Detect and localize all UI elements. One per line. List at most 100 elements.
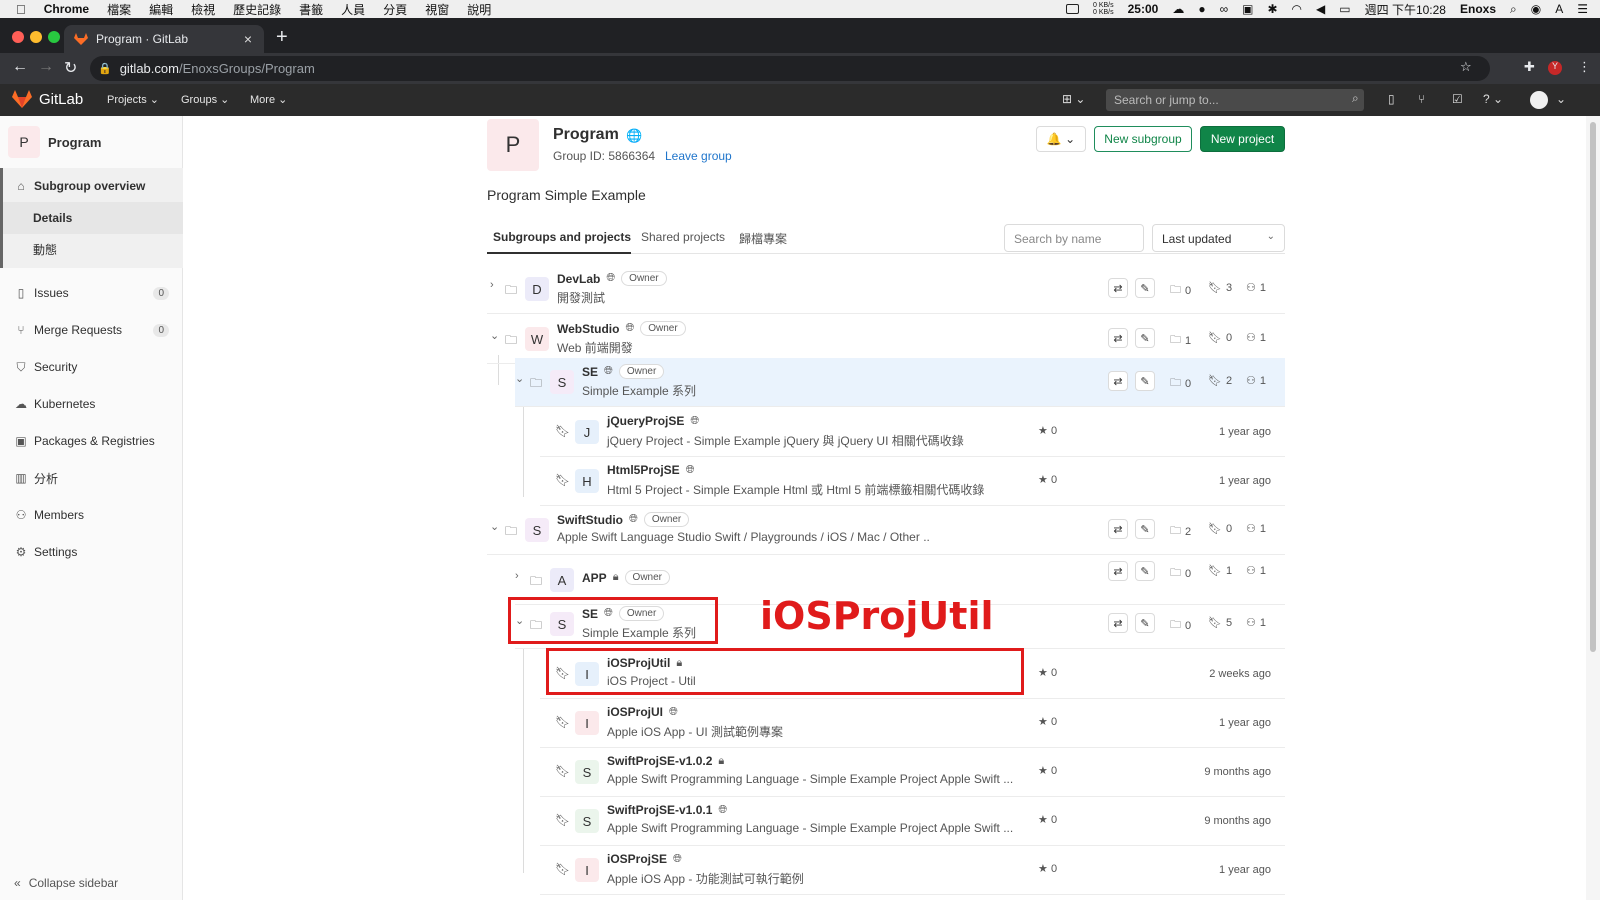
chevron-right-icon[interactable]: › (515, 570, 519, 582)
new-tab-button[interactable]: + (276, 26, 288, 49)
transfer-button[interactable]: ⇄ (1108, 561, 1128, 581)
user-avatar[interactable] (1530, 91, 1548, 109)
reload-icon[interactable]: ↻ (64, 58, 77, 78)
row-name[interactable]: SE (582, 365, 598, 379)
display-icon[interactable]: ▣ (1242, 2, 1253, 16)
close-window-button[interactable] (12, 31, 24, 43)
transfer-button[interactable]: ⇄ (1108, 278, 1128, 298)
nav-projects[interactable]: Projects ⌄ (107, 93, 159, 106)
browser-tab[interactable]: Program · GitLab × (64, 25, 264, 53)
edit-button[interactable]: ✎ (1135, 371, 1155, 391)
chevron-down-icon[interactable]: ⌄ (490, 329, 499, 342)
menu-view[interactable]: 檢視 (191, 1, 215, 18)
edit-button[interactable]: ✎ (1135, 519, 1155, 539)
chevron-down-icon[interactable]: ⌄ (490, 520, 499, 533)
transfer-button[interactable]: ⇄ (1108, 371, 1128, 391)
row-name[interactable]: Html5ProjSE (607, 463, 680, 477)
merge-requests-header-icon[interactable]: ⑂ (1418, 92, 1425, 106)
page-scrollbar-thumb[interactable] (1590, 122, 1596, 652)
help-icon[interactable]: ? ⌄ (1483, 92, 1503, 106)
transfer-button[interactable]: ⇄ (1108, 519, 1128, 539)
lock-icon[interactable]: 🔒 (98, 62, 112, 75)
glasses-icon[interactable]: ∞ (1220, 2, 1229, 16)
project-row[interactable]: 🔖︎ I iOSProjUI 🌐︎ Apple iOS App - UI 測試範例… (540, 699, 1285, 748)
edit-button[interactable]: ✎ (1135, 328, 1155, 348)
gitlab-logo[interactable]: GitLab (12, 90, 83, 108)
project-row[interactable]: 🔖︎ I iOSProjSE 🌐︎ Apple iOS App - 功能測試可執行… (540, 846, 1285, 895)
sidebar-item-members[interactable]: ⚇ Members (0, 497, 183, 533)
chevron-down-icon[interactable]: ⌄ (515, 372, 524, 385)
edit-button[interactable]: ✎ (1135, 278, 1155, 298)
menu-edit[interactable]: 編輯 (149, 1, 173, 18)
menu-bookmarks[interactable]: 書籤 (299, 1, 323, 18)
spotlight-icon[interactable]: ⌕ (1510, 2, 1517, 17)
tab-archived-projects[interactable]: 歸檔專案 (739, 230, 787, 247)
profile-icon[interactable]: Y (1548, 61, 1562, 75)
extensions-icon[interactable]: ✚ (1524, 59, 1535, 75)
back-icon[interactable]: ← (12, 58, 28, 76)
group-row[interactable]: ⌄ 🗀 W WebStudio 🌐︎ Owner Web 前端開發 ⇄ ✎ 🗀 1 🔖… (487, 315, 1285, 364)
row-name[interactable]: APP (582, 571, 607, 585)
bluetooth-icon[interactable]: ✱ (1267, 2, 1277, 16)
edit-button[interactable]: ✎ (1135, 613, 1155, 633)
minimize-window-button[interactable] (30, 31, 42, 43)
sidebar-item-kubernetes[interactable]: ☁ Kubernetes (0, 386, 183, 422)
sidebar-item-merge-requests[interactable]: ⑂ Merge Requests 0 (0, 312, 183, 348)
cloud-icon[interactable]: ☁ (1172, 2, 1184, 16)
sort-dropdown[interactable]: Last updated ⌄ (1152, 224, 1285, 252)
row-name[interactable]: SwiftProjSE-v1.0.1 (607, 803, 712, 817)
project-row[interactable]: 🔖︎ S SwiftProjSE-v1.0.2 🔒︎ Apple Swift Pr… (540, 748, 1285, 797)
search-input[interactable]: Search or jump to... (1106, 89, 1364, 111)
tab-subgroups-and-projects[interactable]: Subgroups and projects (493, 230, 631, 244)
clock-label[interactable]: 週四 下午10:28 (1365, 1, 1446, 18)
row-name[interactable]: SwiftProjSE-v1.0.2 (607, 754, 712, 768)
issues-header-icon[interactable]: ▯ (1388, 92, 1395, 106)
menu-app-name[interactable]: Chrome (44, 2, 89, 16)
search-by-name-input[interactable]: Search by name (1004, 224, 1144, 252)
group-row[interactable]: ⌄ 🗀 S SE 🌐︎ Owner Simple Example 系列 ⇄ ✎ 🗀 0… (515, 358, 1285, 407)
zoom-window-button[interactable] (48, 31, 60, 43)
sidebar-sub-details[interactable]: Details (33, 211, 72, 225)
menu-file[interactable]: 檔案 (107, 1, 131, 18)
menu-help[interactable]: 說明 (467, 1, 491, 18)
menu-people[interactable]: 人員 (341, 1, 365, 18)
sidebar-item-packages[interactable]: ▣ Packages & Registries (0, 423, 183, 459)
wifi-icon[interactable]: ◠ (1292, 2, 1302, 16)
sidebar-item-overview[interactable]: ⌂ Subgroup overview (0, 168, 183, 204)
input-method-icon[interactable]: A (1555, 2, 1563, 16)
row-name[interactable]: jQueryProjSE (607, 414, 684, 428)
group-row[interactable]: ⌄ 🗀 S SwiftStudio 🌐︎ Owner Apple Swift Lan… (487, 506, 1285, 555)
new-project-button[interactable]: New project (1200, 126, 1285, 152)
collapse-sidebar-button[interactable]: « Collapse sidebar (14, 876, 118, 890)
group-row[interactable]: › 🗀 D DevLab 🌐︎ Owner 開發測試 ⇄ ✎ 🗀 0 🔖︎ 3 ⚇ 1 (487, 265, 1285, 314)
sidebar-item-issues[interactable]: ▯ Issues 0 (0, 275, 183, 311)
project-row[interactable]: 🔖︎ J jQueryProjSE 🌐︎ jQuery Project - Sim… (540, 408, 1285, 457)
project-row[interactable]: 🔖︎ S SwiftProjSE-v1.0.1 🌐︎ Apple Swift Pr… (540, 797, 1285, 846)
new-subgroup-button[interactable]: New subgroup (1094, 126, 1192, 152)
menu-window[interactable]: 視窗 (425, 1, 449, 18)
timer-label[interactable]: 25:00 (1128, 2, 1159, 16)
sidebar-item-analytics[interactable]: ▥ 分析 (0, 460, 183, 496)
siri-icon[interactable]: ◉ (1531, 2, 1541, 16)
user-name[interactable]: Enoxs (1460, 2, 1496, 16)
todo-icon[interactable]: ☑ (1452, 92, 1463, 106)
leave-group-link[interactable]: Leave group (665, 149, 732, 163)
nav-more[interactable]: More ⌄ (250, 93, 287, 106)
row-name[interactable]: SwiftStudio (557, 513, 623, 527)
chevron-right-icon[interactable]: › (490, 279, 494, 291)
tab-shared-projects[interactable]: Shared projects (641, 230, 725, 244)
menu-history[interactable]: 歷史記錄 (233, 1, 281, 18)
notification-button[interactable]: 🔔 ⌄ (1036, 126, 1086, 152)
sidebar-item-settings[interactable]: ⚙ Settings (0, 534, 183, 570)
create-new-icon[interactable]: ⊞ ⌄ (1062, 92, 1085, 106)
chrome-menu-icon[interactable]: ⋮ (1578, 59, 1591, 75)
battery-icon[interactable]: ▭ (1339, 2, 1350, 16)
forward-icon[interactable]: → (38, 58, 54, 76)
row-name[interactable]: DevLab (557, 272, 600, 286)
apple-icon[interactable]:  (16, 2, 26, 17)
address-bar[interactable]: 🔒 gitlab.com/EnoxsGroups/Program (90, 56, 1490, 81)
row-name[interactable]: WebStudio (557, 322, 619, 336)
close-tab-icon[interactable]: × (244, 31, 252, 47)
volume-icon[interactable]: ◀ (1316, 2, 1325, 16)
nav-groups[interactable]: Groups ⌄ (181, 93, 229, 106)
